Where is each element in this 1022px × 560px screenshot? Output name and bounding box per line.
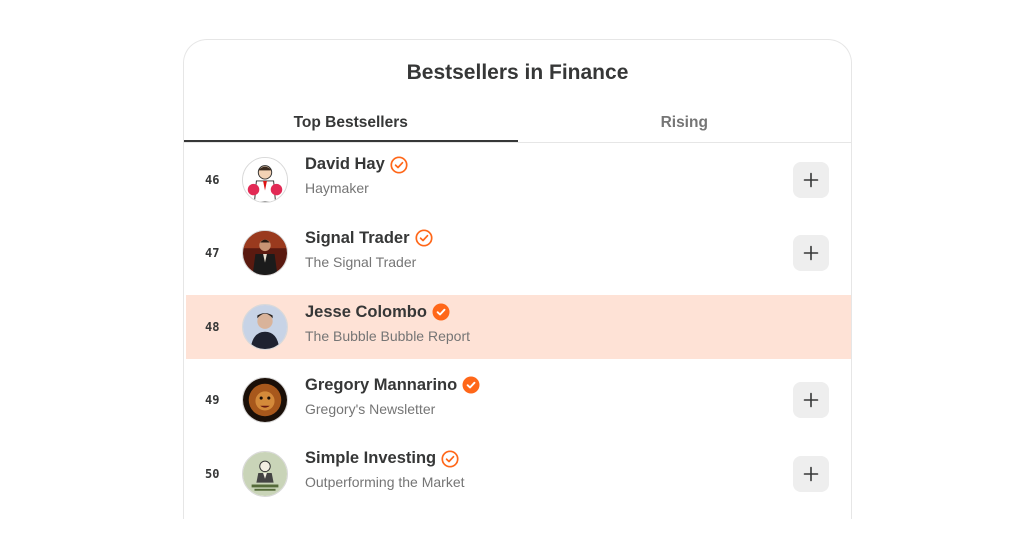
list-item[interactable]: 46 David Hay Haymaker [186,143,851,217]
plus-icon [803,172,819,188]
boxer-avatar-icon[interactable] [242,156,288,203]
subscribe-button[interactable] [793,382,829,419]
publication-name[interactable]: Gregory's Newsletter [305,401,435,417]
tab-top-bestsellers[interactable]: Top Bestsellers [184,112,518,142]
plus-icon [803,392,819,408]
plus-icon [803,466,819,482]
rank-number: 47 [205,246,220,261]
bestseller-list: 46 David Hay Haymaker 47 Signal Trader T… [186,143,851,511]
publication-name[interactable]: The Signal Trader [305,254,416,270]
author-name[interactable]: David Hay [305,155,408,174]
verified-outline-icon [414,229,433,247]
author-name[interactable]: Simple Investing [305,449,459,468]
rank-number: 46 [205,172,220,187]
list-item[interactable]: 50 Simple Investing Outperforming the Ma… [186,437,851,511]
bestsellers-card: Bestsellers in Finance Top Bestsellers R… [183,39,852,519]
lion-avatar-icon[interactable] [242,377,288,424]
list-item-highlighted[interactable]: 48 Jesse Colombo The Bubble Bubble Repor… [186,294,851,359]
author-name[interactable]: Gregory Mannarino [305,376,480,395]
verified-outline-icon [390,155,408,174]
author-name[interactable]: Signal Trader [305,229,433,248]
list-item[interactable]: 49 Gregory Mannarino Gregory's Newslette… [186,364,851,438]
card-title: Bestsellers in Finance [406,61,629,84]
plus-icon [803,245,819,261]
rank-number: 49 [205,393,220,408]
subscribe-button[interactable] [793,161,829,198]
verified-outline-icon [441,449,459,468]
publication-name[interactable]: Outperforming the Market [305,474,465,490]
author-name[interactable]: Jesse Colombo [305,303,450,322]
verified-filled-icon [462,376,480,394]
rank-number: 50 [205,466,220,481]
portrait-avatar-icon[interactable] [242,303,288,350]
publication-name[interactable]: Haymaker [305,180,369,196]
rank-number: 48 [205,319,220,334]
tab-bar: Top Bestsellers Rising [184,112,851,143]
sketch-avatar-icon[interactable] [242,450,288,497]
list-item[interactable]: 47 Signal Trader The Signal Trader [186,217,851,291]
tab-rising[interactable]: Rising [518,112,852,142]
subscribe-button[interactable] [793,235,829,272]
verified-filled-icon [432,303,450,321]
publication-name[interactable]: The Bubble Bubble Report [305,328,470,344]
subscribe-button[interactable] [793,455,829,492]
suited-man-avatar-icon[interactable] [242,230,288,277]
